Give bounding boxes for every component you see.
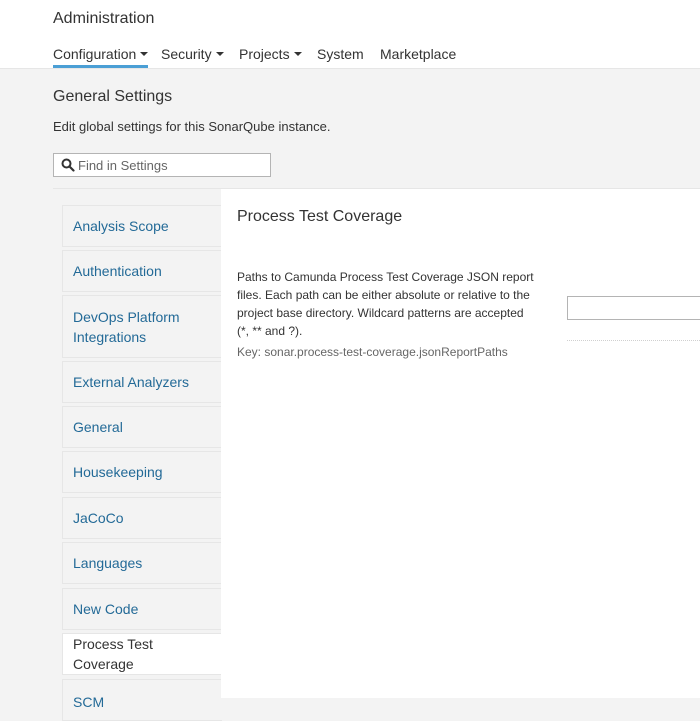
sidebar-item-label: External Analyzers (73, 374, 189, 390)
sidebar-item-label: New Code (73, 601, 139, 617)
setting-separator (567, 340, 700, 341)
sidebar-item-external-analyzers[interactable]: External Analyzers (62, 361, 222, 403)
nav-label: Marketplace (380, 46, 457, 62)
sidebar-item-new-code[interactable]: New Code (62, 588, 222, 630)
report-paths-input[interactable] (567, 296, 700, 320)
sidebar-item-label: SCM (73, 694, 105, 710)
search-icon (61, 158, 75, 172)
section-title: Process Test Coverage (237, 208, 403, 225)
nav-system[interactable]: System (317, 46, 364, 68)
setting-key: Key: sonar.process-test-coverage.jsonRep… (237, 345, 508, 359)
sidebar-item-scm[interactable]: SCM (62, 679, 222, 721)
sidebar-item-label: Languages (73, 555, 143, 571)
top-header: Administration Configuration Security Pr… (0, 0, 700, 69)
chevron-down-icon (293, 52, 302, 57)
sidebar-item-label: Housekeeping (73, 464, 163, 480)
sidebar-item-label: General (73, 419, 123, 435)
setting-description: Paths to Camunda Process Test Coverage J… (237, 270, 534, 338)
nav-label: Configuration (53, 46, 137, 62)
sidebar-item-process-test-coverage[interactable]: Process Test Coverage (62, 633, 222, 675)
sidebar-item-analysis-scope[interactable]: Analysis Scope (62, 205, 222, 247)
settings-panel: Process Test Coverage Paths to Camunda P… (221, 189, 700, 698)
settings-search (53, 153, 271, 177)
sidebar-item-devops-platform-integrations[interactable]: DevOps Platform Integrations (62, 295, 222, 358)
nav-label: Security (161, 46, 212, 62)
page-description: Edit global settings for this SonarQube … (53, 119, 331, 134)
sidebar-item-label: JaCoCo (73, 510, 124, 526)
chevron-down-icon (215, 52, 224, 57)
nav-marketplace[interactable]: Marketplace (380, 46, 456, 68)
nav-label: Projects (239, 46, 290, 62)
admin-title: Administration (53, 10, 155, 27)
sidebar-item-languages[interactable]: Languages (62, 542, 222, 584)
nav-security[interactable]: Security (161, 46, 224, 68)
sidebar-item-housekeeping[interactable]: Housekeeping (62, 451, 222, 493)
sidebar-item-label: DevOps Platform Integrations (73, 308, 180, 345)
sidebar-item-label: Authentication (73, 263, 162, 279)
search-input[interactable] (78, 156, 266, 174)
sidebar-item-authentication[interactable]: Authentication (62, 250, 222, 292)
sidebar-item-jacoco[interactable]: JaCoCo (62, 497, 222, 539)
sidebar-item-label: Process Test Coverage (73, 636, 153, 672)
page-title: General Settings (53, 88, 173, 105)
chevron-down-icon (140, 52, 149, 57)
sidebar-item-general[interactable]: General (62, 406, 222, 448)
nav-configuration[interactable]: Configuration (53, 46, 149, 68)
sidebar-item-label: Analysis Scope (73, 218, 169, 234)
nav-label: System (317, 46, 364, 62)
nav-projects[interactable]: Projects (239, 46, 302, 68)
